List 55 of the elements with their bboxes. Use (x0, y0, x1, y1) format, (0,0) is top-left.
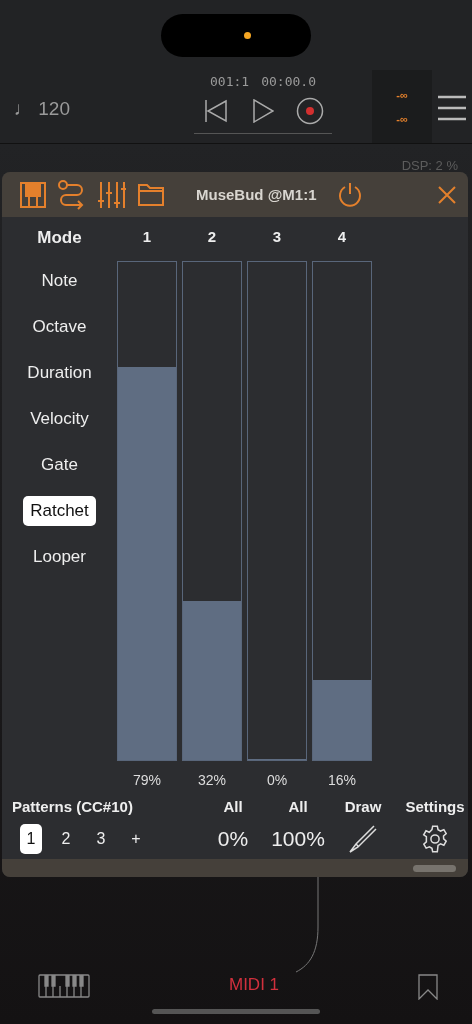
resize-handle[interactable] (413, 864, 456, 872)
control-label: Settings (405, 797, 465, 815)
level-reading: 0% (265, 772, 289, 788)
level-slider[interactable] (182, 261, 242, 761)
mode-item[interactable]: Note (34, 266, 85, 296)
mode-item[interactable]: Gate (34, 450, 85, 480)
close-icon[interactable] (438, 185, 456, 204)
bookmark-icon[interactable] (418, 974, 438, 1000)
play-icon[interactable] (252, 99, 274, 123)
tempo-button[interactable]: ♩ 120 (0, 60, 154, 143)
mode-item[interactable]: Octave (25, 312, 94, 342)
folder-icon[interactable] (138, 183, 164, 206)
control-label: Draw (344, 797, 382, 815)
mixer-icon[interactable] (98, 180, 126, 209)
pattern-tab[interactable]: 3 (90, 824, 112, 854)
level-slider[interactable] (247, 261, 307, 761)
level-reading: 16% (327, 772, 357, 788)
value-button[interactable]: 0% (217, 827, 249, 851)
time-display: 00:00.0 (261, 74, 316, 89)
control-label: All (223, 797, 243, 815)
mode-heading: Mode (37, 228, 82, 249)
level-slider[interactable] (312, 261, 372, 761)
settings-icon[interactable] (421, 825, 449, 853)
patterns-heading: Patterns (CC#10) (11, 797, 133, 815)
control-label: All (288, 797, 308, 815)
mode-item[interactable]: Velocity (23, 404, 96, 434)
pattern-tab[interactable]: 2 (55, 824, 77, 854)
channel-label: 2 (207, 228, 217, 247)
keyboard-icon[interactable] (38, 974, 90, 998)
power-icon[interactable] (338, 181, 363, 208)
mode-item[interactable]: Looper (26, 542, 93, 572)
channel-label: 1 (142, 228, 152, 247)
menu-icon[interactable] (438, 94, 466, 121)
rewind-icon[interactable] (204, 99, 228, 123)
channel-label: 3 (272, 228, 282, 247)
pencil-icon[interactable] (348, 824, 378, 854)
pattern-tab[interactable]: 1 (20, 824, 42, 854)
add-pattern-button[interactable]: + (125, 824, 147, 854)
track-name[interactable]: MIDI 1 (228, 975, 280, 995)
level-reading: 32% (197, 772, 227, 788)
plugin-title: MuseBud @M1:1 (196, 186, 317, 203)
level-reading: 79% (132, 772, 162, 788)
record-icon[interactable] (296, 97, 324, 125)
mode-item[interactable]: Duration (20, 358, 99, 388)
meter-reading: -∞ (396, 88, 408, 101)
meter-reading: -∞ (396, 112, 408, 125)
bar-position: 001:1 (210, 74, 250, 89)
route-icon[interactable] (58, 179, 86, 210)
piano-icon[interactable] (20, 181, 46, 208)
dsp-usage: DSP: 2 % (401, 159, 458, 172)
mode-item[interactable]: Ratchet (23, 496, 96, 526)
indicator-dot (243, 32, 251, 39)
value-button[interactable]: 100% (271, 827, 325, 851)
channel-label: 4 (337, 228, 347, 247)
level-slider[interactable] (117, 261, 177, 761)
